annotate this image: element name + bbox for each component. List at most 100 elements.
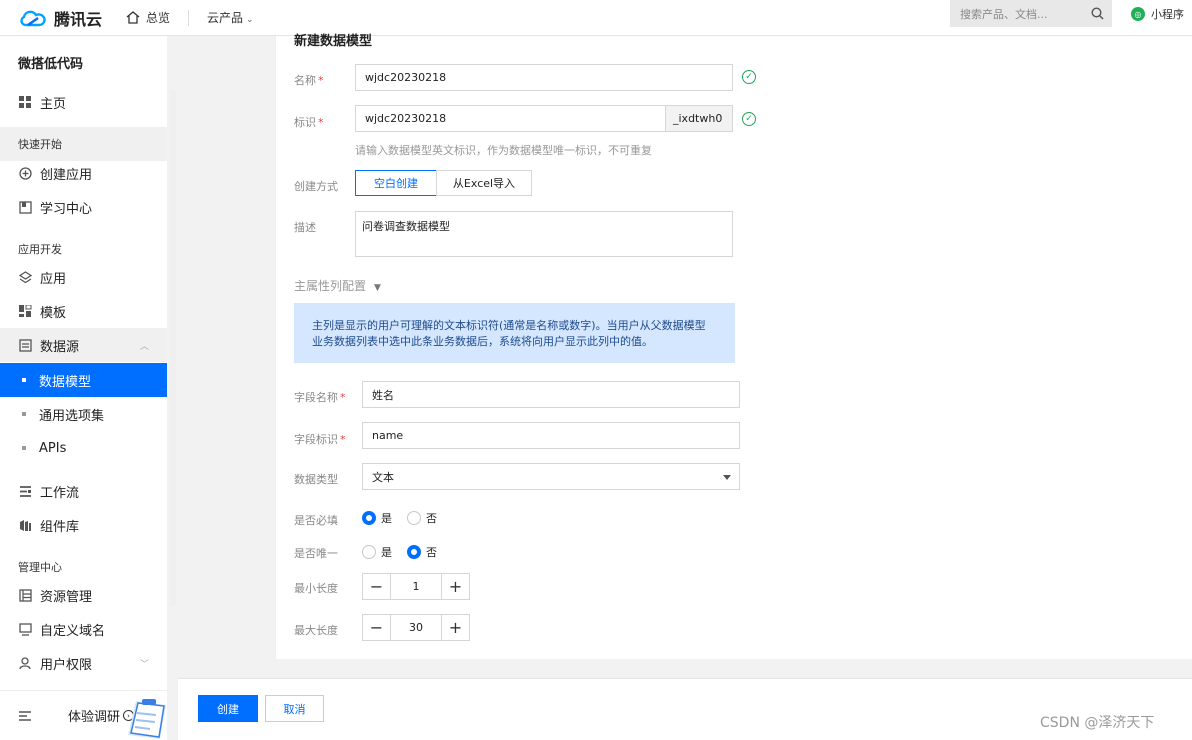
sidebar-item-label: 模板 [40,305,67,321]
radio-circle [362,545,376,559]
search-input[interactable]: 搜索产品、文档... [950,0,1112,27]
sidebar-item-workflow[interactable]: 工作流 [0,474,167,508]
check-icon: ✓ [742,112,756,126]
cancel-button[interactable]: 取消 [265,695,324,722]
mini-program-link[interactable]: ◎ 小程序 [1131,6,1184,22]
description-textarea[interactable]: 问卷调查数据模型 [355,211,733,257]
required-label: 是否必填 [294,514,338,527]
chevron-down-icon: ⌄ [246,15,254,25]
name-label: 名称 * [294,72,324,88]
primary-config-toggle[interactable]: 主属性列配置 ▼ [294,277,381,294]
clipboard-illustration [128,699,166,739]
id-label: 标识 * [294,114,324,130]
unique-no-radio[interactable]: 否 [407,544,437,560]
chevron-up-icon: ︿ [139,341,149,352]
data-type-value: 文本 [372,470,394,484]
info-text-line-1: 主列是显示的用户可理解的文本标识符(通常是名称或数字)。当用户从父数据模型 [312,319,706,332]
sidebar-item-label: 工作流 [40,485,80,501]
user-icon [18,656,32,670]
required-mark: * [318,116,324,129]
caret-down-icon [723,475,731,480]
caret-down-icon: ▼ [374,283,381,293]
check-icon: ✓ [742,70,756,84]
required-mark: * [318,74,324,87]
sidebar-item-apis[interactable]: APIs [0,431,167,465]
unique-yes-radio[interactable]: 是 [362,544,392,560]
top-bar: 腾讯云 总览 云产品 ⌄ 搜索产品、文档... ◎ 小程序 [0,0,1192,36]
nav-products-dropdown[interactable]: 云产品 ⌄ [207,9,254,26]
method-blank-button[interactable]: 空白创建 [355,170,437,196]
minus-icon[interactable]: − [363,615,390,640]
watermark: CSDN @泽济天下 [1040,715,1155,731]
sidebar-item-custom-domain[interactable]: 自定义域名 [0,612,167,646]
max-length-stepper[interactable]: − 30 + [362,614,470,641]
sidebar: 微搭低代码 主页 快速开始 创建应用 学习中心 应用开发 应用 模板 数据源 ︿… [0,36,167,740]
radio-circle [362,511,376,525]
info-text-line-2: 业务数据列表中选中此条业务数据后，系统将向用户显示此列中的值。 [312,335,653,348]
sidebar-scrollbar[interactable] [170,90,176,606]
sidebar-item-data-model[interactable]: 数据模型 [0,363,167,397]
radio-circle [407,511,421,525]
radio-label: 否 [426,512,437,525]
nav-overview[interactable]: 总览 [126,9,170,26]
sidebar-item-label: 学习中心 [40,201,93,217]
field-id-label: 字段标识 * [294,431,346,447]
sidebar-item-label: 通用选项集 [39,408,105,424]
layers-icon [18,270,32,284]
radio-label: 是 [381,512,392,525]
sidebar-item-label: 资源管理 [40,589,93,605]
sidebar-item-label: 组件库 [40,519,80,535]
min-length-stepper[interactable]: − 1 + [362,573,470,600]
radio-label: 是 [381,546,392,559]
plus-icon[interactable]: + [442,615,469,640]
sidebar-item-user-permissions[interactable]: 用户权限 ﹀ [0,646,167,680]
sidebar-item-resources[interactable]: 资源管理 [0,578,167,612]
required-mark: * [340,433,346,446]
field-name-value: 姓名 [372,388,394,402]
template-icon [18,304,32,318]
sidebar-item-home[interactable]: 主页 [0,85,167,119]
minus-icon[interactable]: − [363,574,390,599]
radio-circle [407,545,421,559]
sidebar-footer: 体验调研 › [0,690,167,740]
sidebar-item-templates[interactable]: 模板 [0,294,167,328]
desc-label: 描述 [294,221,316,234]
data-type-select[interactable]: 文本 [362,463,740,490]
chevron-down-icon: ﹀ [139,659,149,670]
sidebar-item-label: 数据源 [40,339,80,355]
search-icon[interactable] [1091,7,1104,20]
field-id-input[interactable]: name [362,422,740,449]
brand-logo[interactable]: 腾讯云 [18,6,120,30]
sidebar-item-components[interactable]: 组件库 [0,508,167,542]
description-value: 问卷调查数据模型 [362,220,450,233]
method-excel-button[interactable]: 从Excel导入 [436,170,532,196]
id-hint: 请输入数据模型英文标识，作为数据模型唯一标识，不可重复 [355,144,652,157]
required-no-radio[interactable]: 否 [407,510,437,526]
plus-circle-icon [18,166,32,180]
field-name-input[interactable]: 姓名 [362,381,740,408]
sidebar-title: 微搭低代码 [18,57,84,72]
plus-icon[interactable]: + [442,574,469,599]
database-icon [18,338,32,352]
form-title: 新建数据模型 [294,34,373,49]
components-icon [18,518,32,532]
sidebar-item-datasource[interactable]: 数据源 ︿ [0,328,167,362]
sidebar-item-create-app[interactable]: 创建应用 [0,156,167,190]
field-name-label: 字段名称 * [294,389,346,405]
collapse-menu-icon[interactable] [18,710,32,722]
survey-label: 体验调研 [68,710,121,725]
sidebar-item-apps[interactable]: 应用 [0,260,167,294]
data-type-label: 数据类型 [294,473,338,486]
required-yes-radio[interactable]: 是 [362,510,392,526]
workflow-icon [18,484,32,498]
create-button[interactable]: 创建 [198,695,258,722]
id-input[interactable]: wjdc20230218 [355,105,666,132]
name-input[interactable]: wjdc20230218 [355,64,733,91]
sidebar-item-common-options[interactable]: 通用选项集 [0,397,167,431]
id-suffix: _ixdtwh0 [665,105,733,132]
sidebar-item-learn[interactable]: 学习中心 [0,190,167,224]
min-length-value[interactable]: 1 [390,574,442,599]
max-length-value[interactable]: 30 [390,615,442,640]
brand-name: 腾讯云 [54,9,103,29]
bullet-icon [22,446,26,450]
